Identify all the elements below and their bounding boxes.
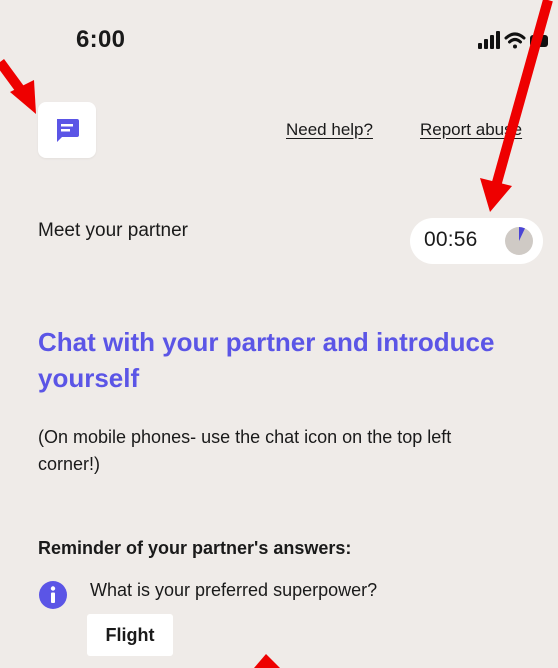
need-help-link[interactable]: Need help? <box>286 120 373 140</box>
partner-answer: Flight <box>87 614 173 656</box>
wifi-icon <box>504 32 526 49</box>
cellular-signal-icon <box>478 31 500 49</box>
timer-pie-icon <box>505 227 533 255</box>
meet-partner-title: Meet your partner <box>38 220 188 241</box>
battery-icon <box>530 35 548 47</box>
timer-text: 00:56 <box>424 228 478 251</box>
mobile-note: (On mobile phones- use the chat icon on … <box>38 427 452 474</box>
status-icons <box>478 30 548 57</box>
chat-button[interactable] <box>38 102 96 158</box>
app-screen: 6:00 Need help? Report abuse Meet your p… <box>0 0 558 668</box>
chat-bubble-icon <box>57 119 79 142</box>
chat-heading: Chat with your partner and introduce you… <box>38 327 495 393</box>
info-icon <box>39 581 67 609</box>
partner-question: What is your preferred superpower? <box>90 580 378 600</box>
countdown-timer: 00:56 <box>410 218 543 264</box>
report-abuse-link[interactable]: Report abuse <box>420 120 522 140</box>
reminder-title: Reminder of your partner's answers: <box>38 538 352 558</box>
status-time: 6:00 <box>76 26 126 53</box>
